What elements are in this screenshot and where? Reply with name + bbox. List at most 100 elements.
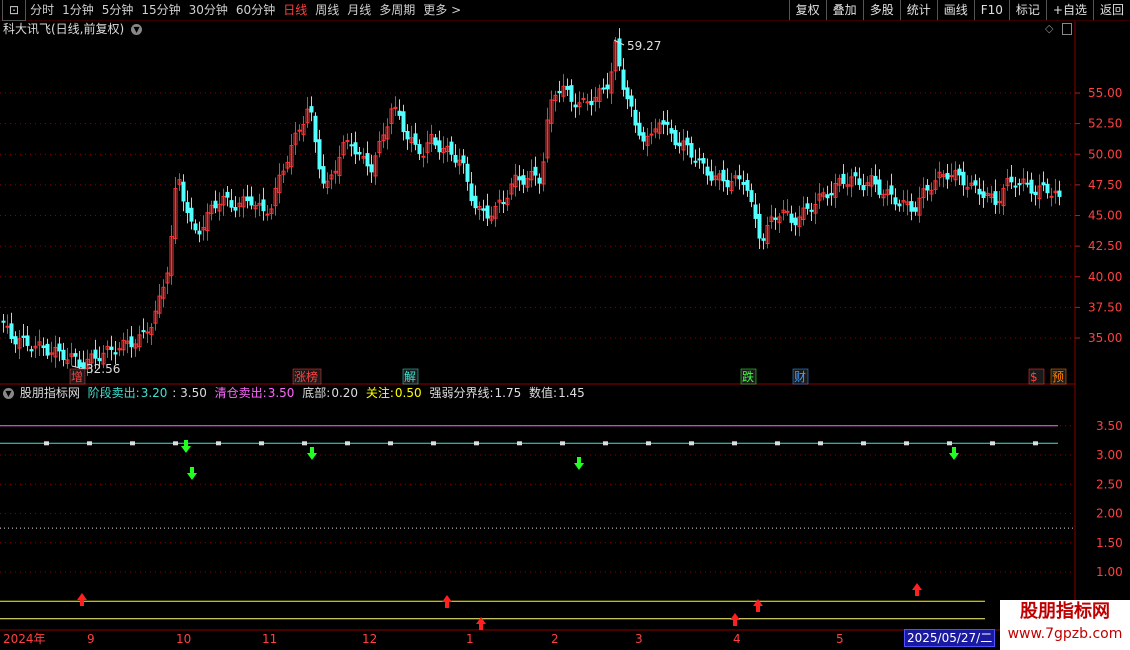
diamond-icon[interactable]: ◇ bbox=[1045, 22, 1053, 35]
candle-body bbox=[317, 139, 322, 170]
tab-period-3[interactable]: 15分钟 bbox=[137, 0, 184, 20]
candle-body bbox=[1, 320, 6, 323]
toolbar-button-0[interactable]: 复权 bbox=[788, 0, 826, 20]
tab-period-4[interactable]: 30分钟 bbox=[185, 0, 232, 20]
candle-body bbox=[461, 155, 466, 164]
high-label: 59.27 bbox=[627, 39, 661, 53]
candle-body bbox=[893, 197, 898, 205]
chevron-down-icon[interactable]: ▼ bbox=[3, 388, 14, 399]
tab-period-8[interactable]: 月线 bbox=[343, 0, 375, 20]
candle-body bbox=[589, 100, 594, 106]
date-tick: 12 bbox=[362, 632, 378, 646]
divide-label: 强弱分界线: bbox=[429, 386, 494, 400]
toolbar-button-4[interactable]: 画线 bbox=[936, 0, 974, 20]
candle-body bbox=[601, 87, 606, 90]
candle-body bbox=[233, 207, 238, 211]
candle-body bbox=[197, 230, 202, 235]
candle-body bbox=[345, 140, 350, 143]
sell-stage-dot bbox=[259, 441, 264, 446]
toolbar-button-1[interactable]: 叠加 bbox=[825, 0, 863, 20]
tab-period-5[interactable]: 60分钟 bbox=[232, 0, 279, 20]
candle-body bbox=[841, 173, 846, 184]
event-tag: 增 bbox=[71, 370, 83, 384]
candle-body bbox=[5, 325, 10, 328]
candle-body bbox=[129, 336, 134, 348]
candle-body bbox=[181, 181, 186, 202]
toolbar-button-7[interactable]: +自选 bbox=[1045, 0, 1093, 20]
price-label: 45.00 bbox=[1088, 209, 1122, 223]
sell-stage-value2: : 3.50 bbox=[172, 386, 207, 400]
period-tabs: ⊡ 分时 1分钟 5分钟 15分钟 30分钟 60分钟 日线 周线 月线 多周期 更多 > bbox=[0, 0, 465, 21]
layout-toggle-icon[interactable]: ⊡ bbox=[2, 0, 27, 21]
candle-body bbox=[829, 192, 834, 196]
price-label: 37.50 bbox=[1088, 300, 1122, 314]
candle-body bbox=[785, 210, 790, 213]
chart-title-bar: 科大讯飞(日线,前复权) ▼ bbox=[0, 20, 143, 38]
candle-body bbox=[265, 213, 270, 216]
title-right-icons: ◇ bbox=[1045, 22, 1072, 35]
date-tick: 4 bbox=[733, 632, 741, 646]
sell-stage-dot bbox=[861, 441, 866, 446]
candle-body bbox=[909, 201, 914, 212]
sell-arrow-icon bbox=[307, 447, 317, 460]
candle-body bbox=[449, 141, 454, 155]
candle-body bbox=[945, 172, 950, 180]
price-label: 47.50 bbox=[1088, 178, 1122, 192]
candle-body bbox=[677, 142, 682, 147]
tab-period-7[interactable]: 周线 bbox=[311, 0, 343, 20]
toolbar-button-2[interactable]: 多股 bbox=[862, 0, 900, 20]
candle-body bbox=[485, 205, 490, 219]
tab-period-9[interactable]: 多周期 bbox=[375, 0, 419, 20]
candle-body bbox=[469, 183, 474, 202]
toolbar-button-5[interactable]: F10 bbox=[973, 0, 1009, 20]
candle-body bbox=[993, 191, 998, 205]
buy-arrow-icon bbox=[730, 613, 740, 626]
sell-stage-dot bbox=[431, 441, 436, 446]
candle-body bbox=[397, 110, 402, 116]
candle-body bbox=[437, 140, 442, 153]
toolbar-button-6[interactable]: 标记 bbox=[1008, 0, 1046, 20]
low-label: 32.56 bbox=[86, 362, 120, 376]
date-tick: 11 bbox=[262, 632, 278, 646]
candle-body bbox=[353, 142, 358, 155]
candle-body bbox=[185, 202, 190, 214]
sell-clear-value: 3.50 bbox=[267, 386, 295, 400]
ind-label: 3.00 bbox=[1096, 448, 1123, 462]
watermark-url: www.7gpzb.com bbox=[1007, 626, 1123, 642]
candle-body bbox=[1049, 195, 1054, 198]
candle-body bbox=[405, 130, 410, 140]
candle-body bbox=[741, 181, 746, 185]
candle-body bbox=[1013, 185, 1018, 188]
price-label: 52.50 bbox=[1088, 117, 1122, 131]
sell-stage-dot bbox=[732, 441, 737, 446]
candle-body bbox=[565, 85, 570, 90]
tab-period-10[interactable]: 更多 > bbox=[419, 0, 465, 20]
tab-period-1[interactable]: 1分钟 bbox=[58, 0, 98, 20]
sell-arrow-icon bbox=[181, 440, 191, 453]
candle-body bbox=[297, 129, 302, 132]
candle-body bbox=[465, 163, 470, 182]
date-tick: 1 bbox=[466, 632, 474, 646]
tab-period-6[interactable]: 日线 bbox=[279, 0, 311, 20]
chevron-down-icon[interactable]: ▼ bbox=[131, 24, 143, 35]
candle-body bbox=[585, 101, 590, 104]
sell-stage-dot bbox=[560, 441, 565, 446]
candle-body bbox=[41, 345, 46, 349]
candle-body bbox=[1057, 190, 1062, 197]
candle-body bbox=[981, 191, 986, 199]
date-tick: 9 bbox=[87, 632, 95, 646]
tab-period-2[interactable]: 5分钟 bbox=[98, 0, 138, 20]
candle-body bbox=[73, 353, 78, 357]
toolbar-button-3[interactable]: 统计 bbox=[899, 0, 937, 20]
toolbar-button-8[interactable]: 返回 bbox=[1092, 0, 1130, 20]
candle-body bbox=[453, 154, 458, 163]
sell-clear-label: 清仓卖出: bbox=[214, 386, 267, 400]
candle-body bbox=[229, 200, 234, 208]
panel-toggle-icon[interactable] bbox=[1062, 23, 1072, 35]
candle-body bbox=[533, 166, 538, 176]
candle-body bbox=[749, 190, 754, 203]
candle-body bbox=[321, 166, 326, 184]
ind-label: 1.00 bbox=[1096, 565, 1123, 579]
tab-period-0[interactable]: 分时 bbox=[26, 0, 58, 20]
indicator-header: ▼ 股朋指标网 阶段卖出:3.20 : 3.50 清仓卖出:3.50 底部:0.… bbox=[0, 385, 589, 401]
